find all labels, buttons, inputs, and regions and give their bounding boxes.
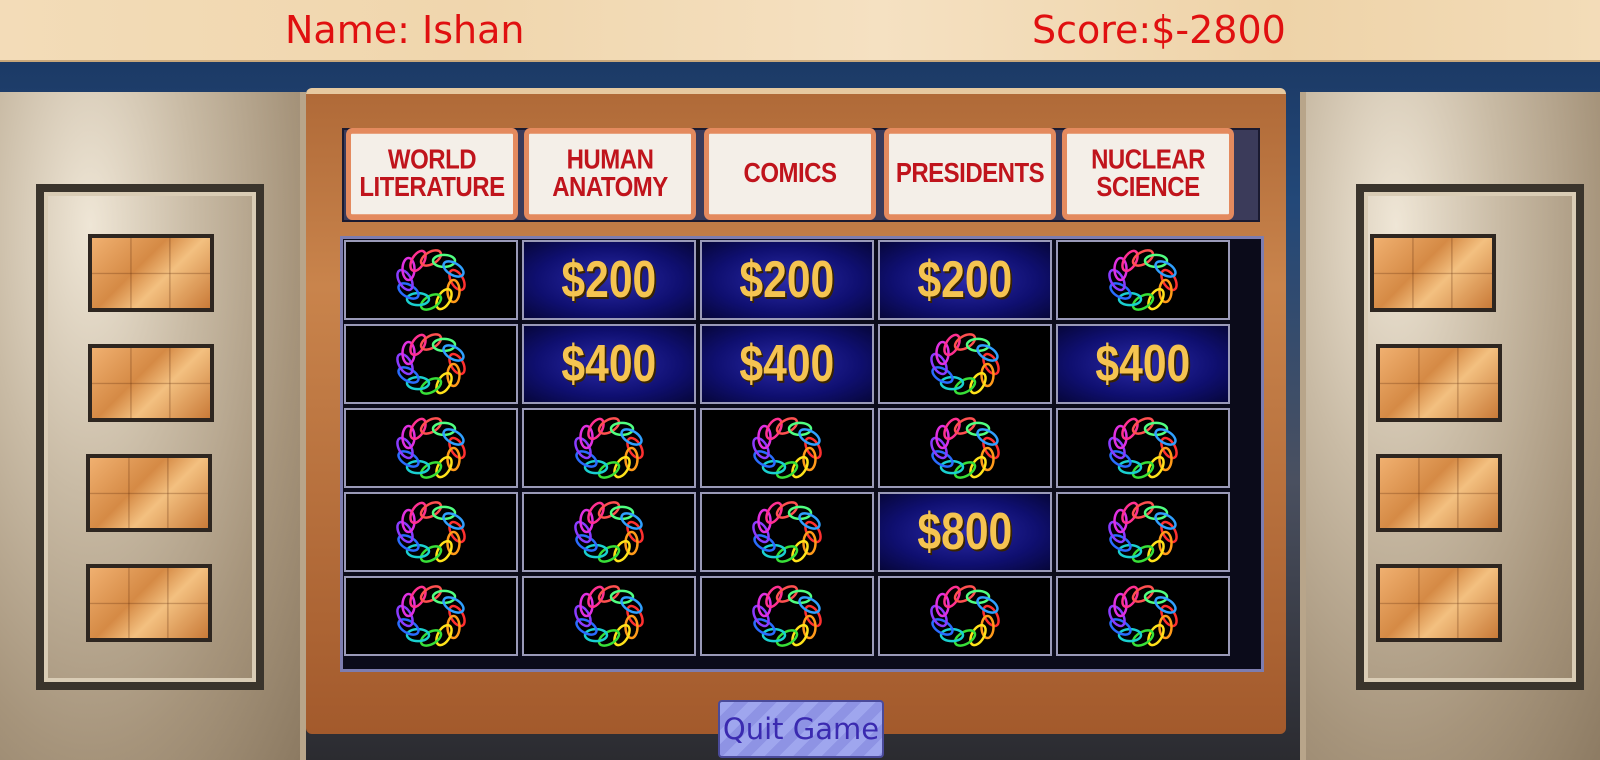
used-clue-cell [522, 492, 696, 572]
category-0: WORLD LITERATURE [346, 128, 518, 220]
game-board: $200 $200 $200 $400 $400 $400 $800 [340, 236, 1264, 672]
swirl-icon [1108, 585, 1178, 647]
clue-cell[interactable]: $200 [878, 240, 1052, 320]
clue-value: $800 [917, 503, 1013, 561]
clue-value: $200 [739, 251, 835, 309]
decor-panel [1376, 344, 1502, 422]
used-clue-cell [878, 576, 1052, 656]
swirl-icon [396, 501, 466, 563]
clue-cell[interactable]: $200 [522, 240, 696, 320]
used-clue-cell [878, 408, 1052, 488]
clue-value: $400 [1095, 335, 1191, 393]
quit-game-button[interactable]: Quit Game [718, 700, 884, 758]
decor-panel [88, 344, 214, 422]
category-1: HUMAN ANATOMY [524, 128, 696, 220]
used-clue-cell [1056, 240, 1230, 320]
swirl-icon [574, 501, 644, 563]
used-clue-cell [700, 408, 874, 488]
category-header: WORLD LITERATURE HUMAN ANATOMY COMICS PRES… [342, 128, 1260, 222]
swirl-icon [1108, 417, 1178, 479]
swirl-icon [930, 333, 1000, 395]
swirl-icon [396, 585, 466, 647]
used-clue-cell [522, 576, 696, 656]
swirl-icon [396, 333, 466, 395]
decor-panel [1370, 234, 1496, 312]
clue-value: $200 [561, 251, 657, 309]
decor-panel [86, 454, 212, 532]
used-clue-cell [344, 324, 518, 404]
used-clue-cell [344, 240, 518, 320]
player-name: Name: Ishan [285, 8, 525, 52]
clue-value: $200 [917, 251, 1013, 309]
used-clue-cell [344, 492, 518, 572]
left-wing-decor [0, 92, 306, 760]
used-clue-cell [700, 492, 874, 572]
used-clue-cell [1056, 576, 1230, 656]
clue-cell[interactable]: $400 [522, 324, 696, 404]
category-3: PRESIDENTS [884, 128, 1056, 220]
clue-cell[interactable]: $800 [878, 492, 1052, 572]
top-bar: Name: Ishan Score:$-2800 [0, 0, 1600, 62]
swirl-icon [574, 585, 644, 647]
decor-panel [88, 234, 214, 312]
category-4: NUCLEAR SCIENCE [1062, 128, 1234, 220]
used-clue-cell [344, 576, 518, 656]
category-2: COMICS [704, 128, 876, 220]
swirl-icon [930, 417, 1000, 479]
clue-cell[interactable]: $400 [700, 324, 874, 404]
clue-value: $400 [739, 335, 835, 393]
decor-panel [1376, 454, 1502, 532]
swirl-icon [396, 249, 466, 311]
player-score: Score:$-2800 [1032, 8, 1286, 52]
decor-panel [1376, 564, 1502, 642]
swirl-icon [752, 417, 822, 479]
clue-cell[interactable]: $400 [1056, 324, 1230, 404]
swirl-icon [396, 417, 466, 479]
used-clue-cell [700, 576, 874, 656]
swirl-icon [574, 417, 644, 479]
used-clue-cell [878, 324, 1052, 404]
swirl-icon [1108, 501, 1178, 563]
right-wing-decor [1300, 92, 1600, 760]
swirl-icon [1108, 249, 1178, 311]
swirl-icon [752, 585, 822, 647]
clue-cell[interactable]: $200 [700, 240, 874, 320]
used-clue-cell [1056, 408, 1230, 488]
swirl-icon [752, 501, 822, 563]
decor-panel [86, 564, 212, 642]
used-clue-cell [344, 408, 518, 488]
used-clue-cell [1056, 492, 1230, 572]
clue-value: $400 [561, 335, 657, 393]
swirl-icon [930, 585, 1000, 647]
used-clue-cell [522, 408, 696, 488]
